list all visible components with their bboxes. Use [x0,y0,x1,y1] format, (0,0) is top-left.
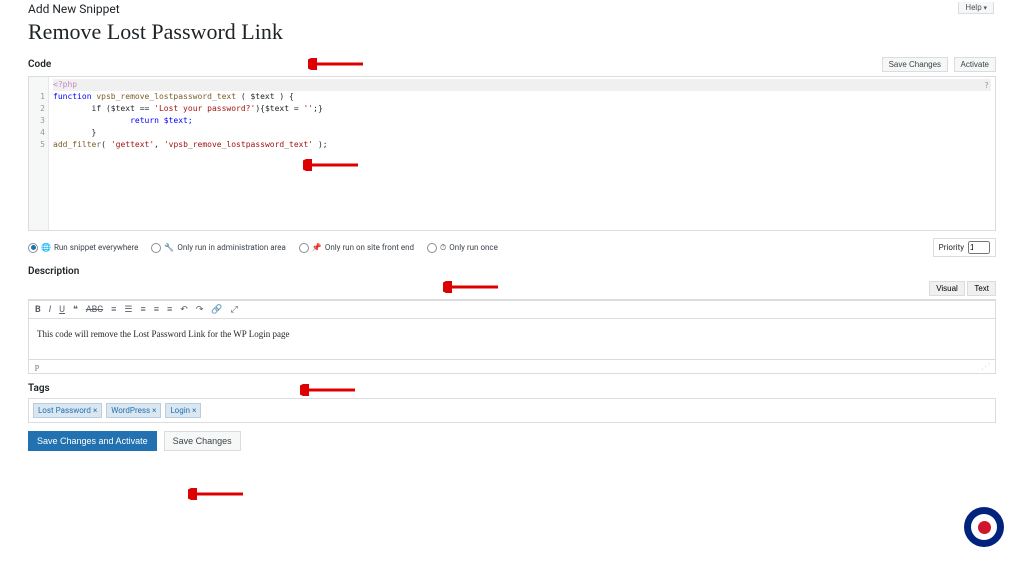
tags-input[interactable]: Lost Password× WordPress× Login× [28,398,996,423]
activate-button[interactable]: Activate [954,57,996,72]
editor-toolbar: B I U ❝ ABC ≡ ☰ ≡ ≡ ≡ ↶ ↷ 🔗 ⤢ [29,300,995,319]
code-label: Code [28,59,51,70]
breadcrumb: Add New Snippet [28,2,996,16]
quote-icon[interactable]: ❝ [73,305,78,315]
align-right-icon[interactable]: ≡ [167,304,172,315]
code-text: ;} [313,104,323,113]
element-path: p [35,362,39,371]
undo-icon[interactable]: ↶ [180,305,188,315]
code-text: } [53,128,96,137]
italic-icon[interactable]: I [49,305,51,315]
priority-label: Priority [939,243,964,252]
arrow-annotation [188,488,243,500]
code-text: ); [313,140,327,149]
description-content[interactable]: This code will remove the Lost Password … [29,319,995,359]
page-title: Remove Lost Password Link [28,19,996,45]
radio-icon [151,243,161,253]
code-text: ( $text ) { [236,92,294,101]
save-changes-button[interactable]: Save Changes [882,57,948,72]
code-text: if ($text == [53,104,154,113]
redo-icon[interactable]: ↷ [196,305,204,315]
tag-item[interactable]: WordPress× [106,403,161,418]
tag-remove-icon[interactable]: × [152,406,156,415]
tag-label: Login [170,406,190,415]
pin-icon: 📌 [312,243,322,252]
code-content[interactable]: <?phpfunction vpsb_remove_lostpassword_t… [49,77,995,230]
align-left-icon[interactable]: ≡ [141,304,146,315]
tag-item[interactable]: Login× [165,403,201,418]
tag-label: WordPress [111,406,150,415]
run-frontend-option[interactable]: 📌 Only run on site front end [299,243,414,253]
tag-label: Lost Password [38,406,91,415]
description-editor: B I U ❝ ABC ≡ ☰ ≡ ≡ ≡ ↶ ↷ 🔗 ⤢ This code … [28,299,996,374]
code-text: return $text; [53,116,193,125]
option-label: Only run in administration area [177,243,285,252]
tag-remove-icon[interactable]: × [192,406,196,415]
arrow-annotation [303,159,358,171]
save-changes-button-bottom[interactable]: Save Changes [164,431,241,451]
arrow-annotation [308,58,363,70]
code-text: ){$text = [255,104,303,113]
code-text: , [154,140,164,149]
page-content: Add New Snippet Remove Lost Password Lin… [0,0,1024,451]
code-buttons: Save Changes Activate [879,57,996,72]
string: 'Lost your password?' [154,104,255,113]
tag-item[interactable]: Lost Password× [33,403,102,418]
line-gutter: 1 2 3 4 5 [29,77,49,230]
run-options: 🌐 Run snippet everywhere 🔧 Only run in a… [28,243,508,253]
option-label: Only run once [449,243,498,252]
clock-icon: ⏱ [440,243,446,253]
code-editor[interactable]: 1 2 3 4 5 <?phpfunction vpsb_remove_lost… [28,76,996,231]
strikethrough-icon[interactable]: ABC [86,305,103,315]
string: 'gettext' [111,140,154,149]
description-label: Description [28,266,79,277]
option-label: Only run on site front end [325,243,414,252]
run-everywhere-option[interactable]: 🌐 Run snippet everywhere [28,243,138,253]
tags-label: Tags [28,383,50,394]
roundel-logo [964,507,1004,547]
arrow-annotation [443,281,498,293]
code-text: ( [101,140,111,149]
function-name: add_filter [53,140,101,149]
priority-box: Priority [933,238,996,257]
function-name: vpsb_remove_lostpassword_text [92,92,237,101]
save-and-activate-button[interactable]: Save Changes and Activate [28,431,157,451]
radio-icon [299,243,309,253]
globe-icon: 🌐 [41,243,51,252]
link-icon[interactable]: 🔗 [211,305,222,315]
arrow-annotation [300,384,355,396]
string: '' [303,104,313,113]
resize-handle-icon[interactable]: ⋰ [981,362,989,371]
wrench-icon: 🔧 [164,243,174,252]
priority-input[interactable] [968,241,990,254]
underline-icon[interactable]: U [59,305,65,315]
numbered-list-icon[interactable]: ☰ [124,305,132,315]
help-icon[interactable]: ? [984,80,989,92]
align-center-icon[interactable]: ≡ [154,304,159,315]
bold-icon[interactable]: B [35,305,41,315]
tag-remove-icon[interactable]: × [93,406,97,415]
keyword: function [53,92,92,101]
fullscreen-icon[interactable]: ⤢ [231,305,238,315]
help-tab[interactable]: Help [958,2,994,14]
tab-visual[interactable]: Visual [929,281,965,296]
bullet-list-icon[interactable]: ≡ [111,304,116,315]
run-once-option[interactable]: ⏱ Only run once [427,243,498,253]
radio-icon [427,243,437,253]
option-label: Run snippet everywhere [54,243,138,252]
string: 'vpsb_remove_lostpassword_text' [164,140,313,149]
tab-text[interactable]: Text [967,281,996,296]
run-admin-option[interactable]: 🔧 Only run in administration area [151,243,285,253]
radio-checked-icon [28,243,38,253]
php-open-tag: <?php [53,79,991,91]
